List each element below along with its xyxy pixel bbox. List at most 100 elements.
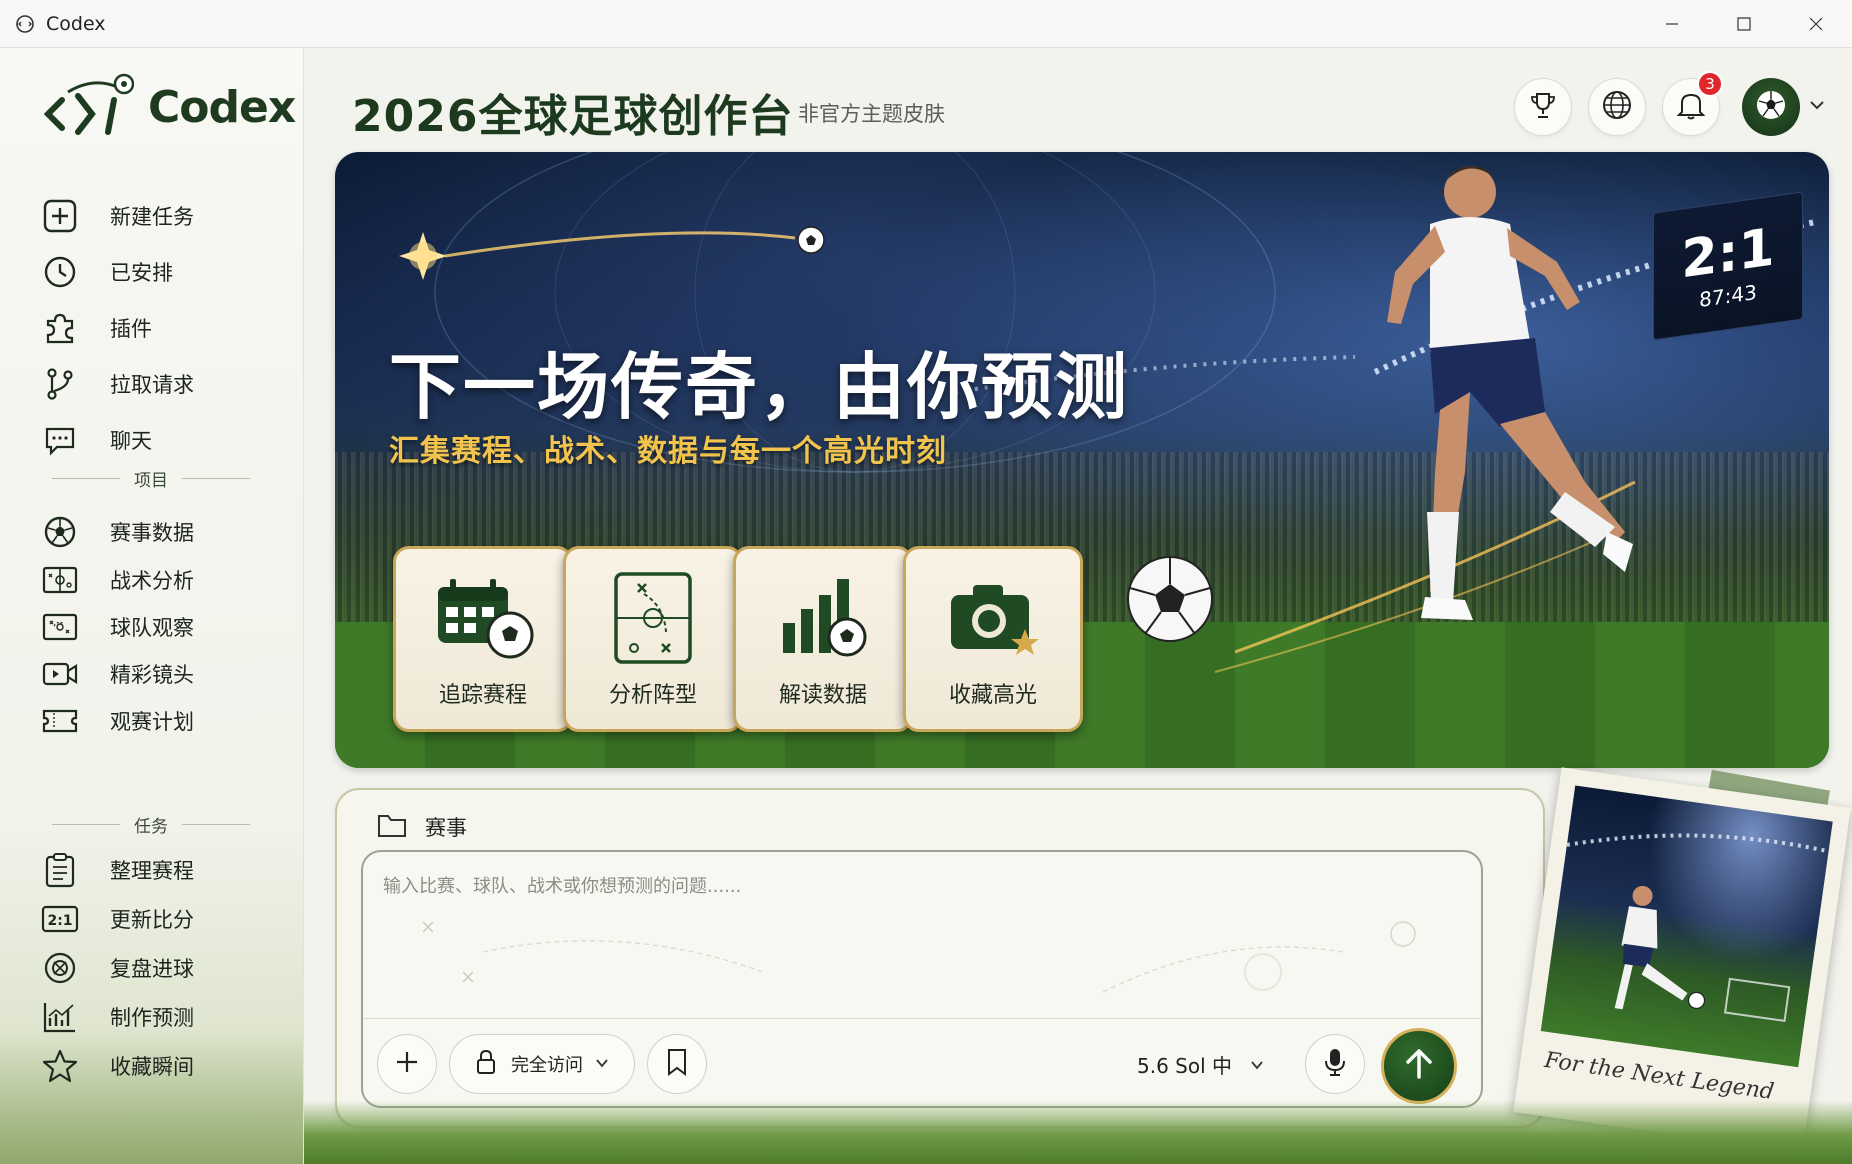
target-icon — [40, 948, 80, 988]
sidebar-item-label: 已安排 — [110, 261, 173, 285]
language-button[interactable] — [1588, 78, 1646, 136]
bookmark-button[interactable] — [647, 1034, 707, 1094]
camera-star-icon — [938, 573, 1048, 663]
sidebar-item-new-task[interactable]: 新建任务 — [40, 194, 280, 238]
turf-decoration — [304, 1100, 1852, 1164]
project-folder[interactable]: 赛事 — [377, 812, 467, 842]
window-title: Codex — [46, 12, 106, 35]
sidebar-item-chat[interactable]: 聊天 — [40, 418, 280, 462]
card-analyze-formation[interactable]: 分析阵型 — [563, 546, 743, 732]
sidebar-item-scheduled[interactable]: 已安排 — [40, 250, 280, 294]
sidebar-item-make-prediction[interactable]: 制作预测 — [40, 995, 280, 1039]
avatar[interactable] — [1742, 78, 1800, 136]
score-icon: 2:1 — [40, 899, 80, 939]
close-button[interactable] — [1780, 0, 1852, 48]
chevron-down-icon — [1250, 1053, 1264, 1077]
bookmark-icon — [666, 1048, 688, 1080]
maximize-button[interactable] — [1708, 0, 1780, 48]
codex-logo[interactable]: Codex — [43, 70, 296, 144]
composer-divider — [363, 1018, 1481, 1019]
svg-text:2:1: 2:1 — [47, 913, 72, 929]
formation-icon — [40, 607, 80, 647]
card-track-schedule[interactable]: 追踪赛程 — [393, 546, 573, 732]
composer-box: 完全访问 5.6 Sol 中 — [361, 850, 1483, 1108]
card-save-highlights[interactable]: 收藏高光 — [903, 546, 1083, 732]
git-branch-icon — [40, 364, 80, 404]
sidebar-item-label: 新建任务 — [110, 205, 194, 229]
add-attachment-button[interactable] — [377, 1034, 437, 1094]
microphone-icon — [1323, 1047, 1347, 1081]
sidebar-item-organize-schedule[interactable]: 整理赛程 — [40, 848, 280, 892]
sidebar-item-label: 复盘进球 — [110, 957, 194, 981]
hero-subtitle: 汇集赛程、战术、数据与每一个高光时刻 — [389, 434, 947, 469]
player-photo — [1540, 785, 1833, 1068]
sidebar-item-label: 聊天 — [110, 429, 152, 453]
code-ball-icon — [43, 70, 135, 144]
codex-app-icon — [14, 13, 36, 35]
sidebar-item-label: 精彩镜头 — [110, 663, 194, 687]
sidebar-item-label: 赛事数据 — [110, 521, 194, 545]
sidebar-item-review-goals[interactable]: 复盘进球 — [40, 946, 280, 990]
minimize-button[interactable] — [1636, 0, 1708, 48]
model-selector[interactable]: 5.6 Sol 中 — [1137, 1050, 1264, 1079]
access-level-dropdown[interactable]: 完全访问 — [449, 1034, 635, 1094]
plus-icon — [394, 1049, 420, 1079]
star-icon — [40, 1046, 80, 1086]
chat-icon — [40, 420, 80, 460]
tactics-board-icon — [598, 572, 708, 664]
sidebar: Codex 新建任务 已安排 插件 拉取请求 聊天 项目 赛事数据 战术分析 球… — [0, 48, 304, 1164]
video-icon — [40, 654, 80, 694]
projects-heading: 项目 — [38, 466, 264, 491]
card-label: 追踪赛程 — [438, 683, 527, 708]
access-label: 完全访问 — [511, 1055, 583, 1076]
soccer-ball-icon — [40, 512, 80, 552]
sidebar-item-plugins[interactable]: 插件 — [40, 306, 280, 350]
sidebar-item-team-watch[interactable]: 球队观察 — [40, 605, 280, 649]
card-read-data[interactable]: 解读数据 — [733, 546, 913, 732]
sidebar-item-pull-requests[interactable]: 拉取请求 — [40, 362, 280, 406]
tactics-board-icon — [40, 560, 80, 600]
footballer-illustration — [1387, 166, 1633, 620]
send-button[interactable] — [1381, 1028, 1457, 1104]
polaroid-photo: For the Next Legend — [1513, 767, 1851, 1153]
sidebar-item-update-score[interactable]: 2:1 更新比分 — [40, 897, 280, 941]
sidebar-item-label: 拉取请求 — [110, 373, 194, 397]
trophy-button[interactable] — [1514, 78, 1572, 136]
sidebar-item-watch-plan[interactable]: 观赛计划 — [40, 699, 280, 743]
calendar-ball-icon — [428, 573, 538, 663]
card-label: 分析阵型 — [608, 683, 697, 708]
soccer-ball-illustration — [1127, 556, 1213, 642]
sidebar-item-label: 观赛计划 — [110, 710, 194, 734]
sidebar-item-tactics[interactable]: 战术分析 — [40, 558, 280, 602]
hero-banner: 2:1 87:43 下一场传奇，由你预测 汇集赛程、战术、数据与每一个高光时刻 … — [335, 152, 1829, 768]
chart-icon — [40, 997, 80, 1037]
sidebar-item-highlights[interactable]: 精彩镜头 — [40, 652, 280, 696]
page-title: 2026全球足球创作台 — [352, 91, 794, 142]
sidebar-item-label: 战术分析 — [110, 569, 194, 593]
model-label: 5.6 Sol 中 — [1137, 1054, 1233, 1078]
card-label: 解读数据 — [778, 683, 867, 708]
logo-text: Codex — [148, 81, 296, 133]
notifications-button[interactable]: 3 — [1662, 71, 1723, 136]
tasks-heading: 任务 — [38, 812, 264, 837]
sidebar-item-label: 整理赛程 — [110, 859, 194, 883]
sidebar-item-match-data[interactable]: 赛事数据 — [40, 510, 280, 554]
score-text: 2:1 — [1681, 217, 1775, 291]
trophy-icon — [1528, 90, 1558, 124]
clipboard-icon — [40, 850, 80, 890]
globe-icon — [1601, 89, 1633, 125]
arrow-up-icon — [1402, 1047, 1436, 1085]
sidebar-item-label: 球队观察 — [110, 616, 194, 640]
voice-input-button[interactable] — [1305, 1034, 1365, 1094]
page-subtitle: 非官方主题皮肤 — [798, 102, 945, 126]
sidebar-item-label: 制作预测 — [110, 1006, 194, 1030]
sidebar-item-save-moments[interactable]: 收藏瞬间 — [40, 1044, 280, 1088]
chevron-down-icon — [595, 1055, 609, 1074]
card-label: 收藏高光 — [948, 683, 1037, 708]
ticket-icon — [40, 701, 80, 741]
window-titlebar: Codex — [0, 0, 1852, 48]
sidebar-item-label: 收藏瞬间 — [110, 1055, 194, 1079]
lock-icon — [475, 1049, 497, 1079]
chevron-down-icon[interactable] — [1808, 96, 1826, 118]
folder-label: 赛事 — [425, 816, 467, 840]
